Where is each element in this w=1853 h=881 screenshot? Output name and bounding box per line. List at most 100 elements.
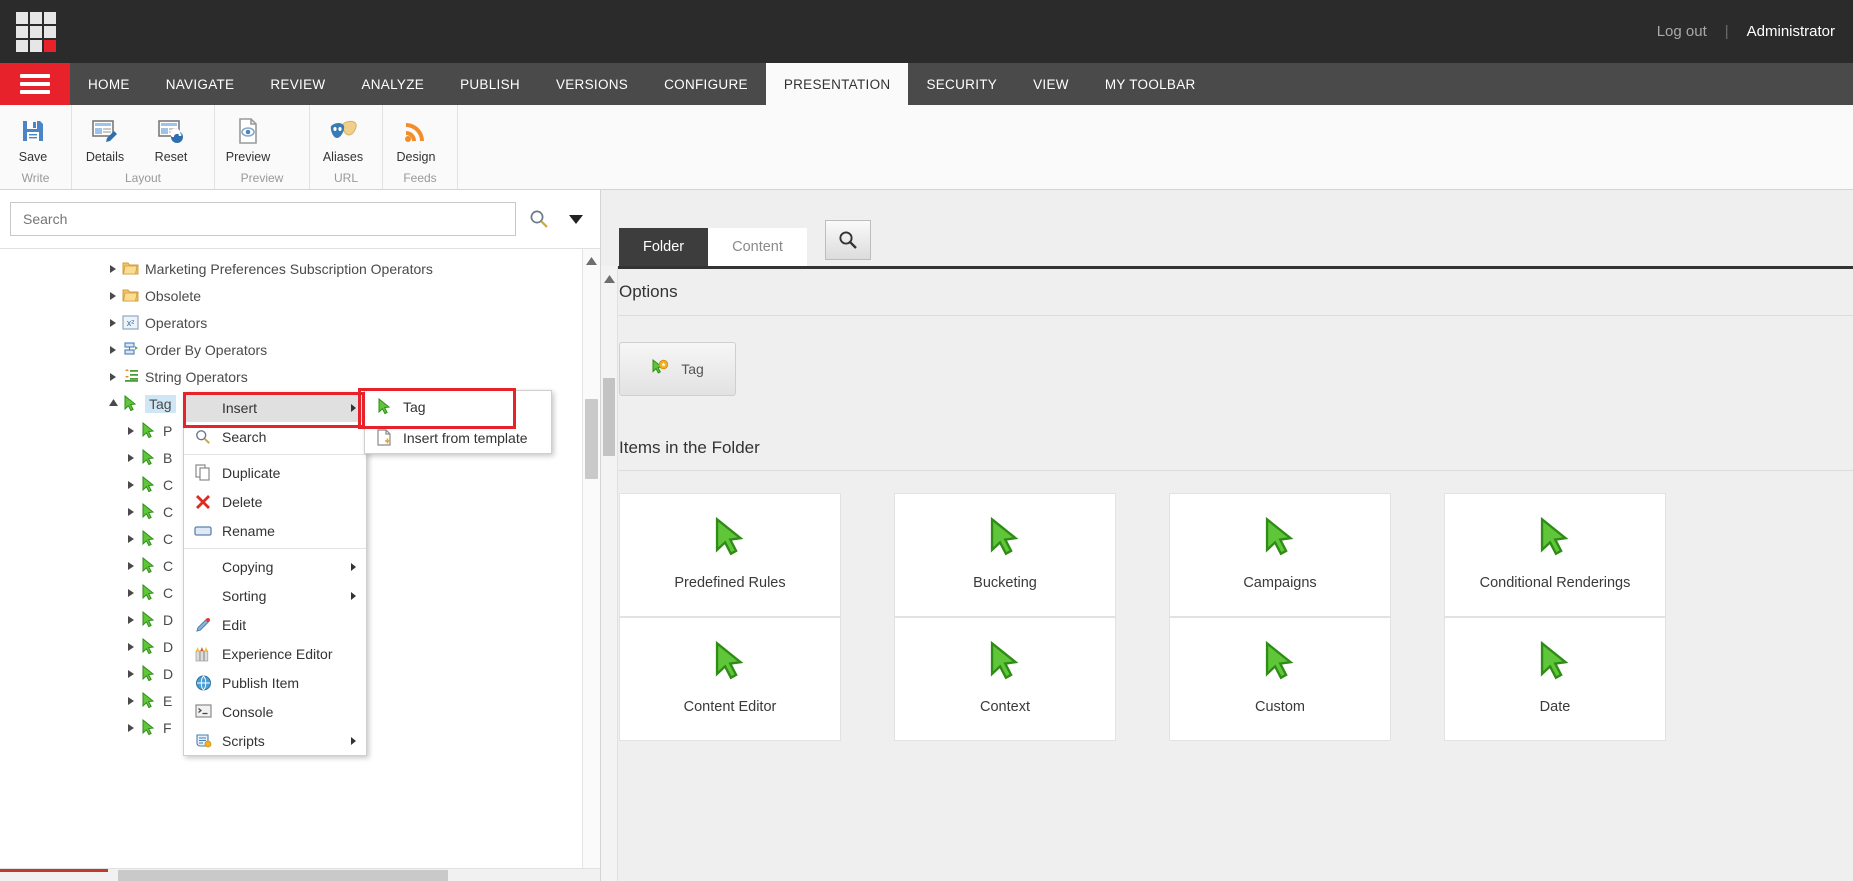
submenu-item-tag[interactable]: Tag	[365, 391, 551, 422]
expand-arrow-icon[interactable]	[106, 291, 120, 300]
tree-item-string-operators[interactable]: String Operators	[0, 363, 600, 390]
tab-analyze[interactable]: ANALYZE	[343, 63, 442, 105]
item-card[interactable]: Context	[894, 617, 1116, 741]
tab-presentation[interactable]: PRESENTATION	[765, 63, 909, 105]
expand-arrow-icon[interactable]	[106, 318, 120, 327]
expand-arrow-icon[interactable]	[124, 480, 138, 489]
tab-versions[interactable]: VERSIONS	[538, 63, 646, 105]
tree-item-operators[interactable]: x² Operators	[0, 309, 600, 336]
menu-divider	[184, 548, 366, 549]
options-header: Options	[601, 269, 1853, 316]
expand-arrow-icon[interactable]	[124, 453, 138, 462]
details-button-label: Details	[85, 150, 125, 164]
save-button[interactable]: Save	[0, 111, 66, 164]
expand-arrow-icon[interactable]	[124, 507, 138, 516]
tag-option-button[interactable]: Tag	[619, 342, 736, 396]
context-menu-label: Delete	[222, 493, 263, 510]
item-card[interactable]: Custom	[1169, 617, 1391, 741]
tab-review[interactable]: REVIEW	[252, 63, 343, 105]
tab-home[interactable]: HOME	[70, 63, 148, 105]
insert-submenu: Tag Insert from template	[364, 390, 552, 454]
tab-security[interactable]: SECURITY	[908, 63, 1015, 105]
context-menu-item-delete[interactable]: Delete	[184, 487, 366, 516]
search-input-wrap[interactable]	[10, 202, 516, 236]
user-name[interactable]: Administrator	[1747, 23, 1835, 40]
context-menu-item-copying[interactable]: Copying	[184, 552, 366, 581]
submenu-item-insert-from-template[interactable]: Insert from template	[365, 422, 551, 453]
context-menu-item-sorting[interactable]: Sorting	[184, 581, 366, 610]
item-card[interactable]: Content Editor	[619, 617, 841, 741]
tree-item-obsolete[interactable]: Obsolete	[0, 282, 600, 309]
item-card[interactable]: Campaigns	[1169, 493, 1391, 617]
expand-arrow-icon[interactable]	[124, 669, 138, 678]
tree-horizontal-scrollbar[interactable]	[0, 868, 600, 881]
context-menu-item-publish-item[interactable]: Publish Item	[184, 668, 366, 697]
expand-arrow-icon[interactable]	[106, 372, 120, 381]
tag-cursor-icon	[1260, 516, 1300, 560]
sitecore-logo-icon[interactable]	[16, 11, 56, 52]
tag-option-label: Tag	[681, 361, 704, 377]
search-input[interactable]	[21, 210, 505, 228]
console-icon	[184, 704, 222, 719]
item-card[interactable]: Date	[1444, 617, 1666, 741]
top-bar-right: Log out | Administrator	[1657, 23, 1835, 40]
tree-item-marketing-preferences[interactable]: Marketing Preferences Subscription Opera…	[0, 255, 600, 282]
tab-view[interactable]: VIEW	[1015, 63, 1087, 105]
item-card[interactable]: Conditional Renderings	[1444, 493, 1666, 617]
submenu-label: Tag	[403, 398, 426, 415]
context-menu-item-search[interactable]: Search	[184, 422, 366, 451]
expand-arrow-icon[interactable]	[106, 264, 120, 273]
context-menu-item-experience-editor[interactable]: Experience Editor	[184, 639, 366, 668]
design-button[interactable]: Design	[383, 111, 449, 164]
item-card[interactable]: Bucketing	[894, 493, 1116, 617]
expand-arrow-icon[interactable]	[124, 642, 138, 651]
tag-cursor-icon	[710, 516, 750, 560]
scroll-up-arrow-icon[interactable]	[604, 272, 615, 287]
details-button[interactable]: Details	[72, 111, 138, 164]
collapse-arrow-icon[interactable]	[106, 399, 120, 408]
tab-configure[interactable]: CONFIGURE	[646, 63, 766, 105]
tab-publish[interactable]: PUBLISH	[442, 63, 538, 105]
tab-folder[interactable]: Folder	[619, 228, 709, 266]
hamburger-menu-icon[interactable]	[0, 63, 70, 105]
content-vertical-scrollbar[interactable]	[601, 266, 618, 881]
content-scroll-thumb[interactable]	[603, 378, 615, 456]
expand-arrow-icon[interactable]	[124, 588, 138, 597]
template-page-icon	[365, 429, 403, 446]
context-menu-item-scripts[interactable]: Scripts	[184, 726, 366, 755]
item-card-label: Bucketing	[973, 574, 1037, 591]
tree-item-label: F	[163, 719, 172, 736]
content-search-button[interactable]	[824, 220, 871, 260]
context-menu-item-rename[interactable]: Rename	[184, 516, 366, 545]
expand-arrow-icon[interactable]	[124, 426, 138, 435]
search-icon[interactable]	[526, 206, 552, 232]
tab-content[interactable]: Content	[708, 228, 807, 266]
expand-arrow-icon[interactable]	[124, 696, 138, 705]
tree-item-order-by-operators[interactable]: Order By Operators	[0, 336, 600, 363]
expand-arrow-icon[interactable]	[124, 534, 138, 543]
tab-navigate[interactable]: NAVIGATE	[148, 63, 253, 105]
reset-button[interactable]: Reset	[138, 111, 204, 164]
logout-link[interactable]: Log out	[1657, 23, 1707, 40]
tab-my-toolbar[interactable]: MY TOOLBAR	[1087, 63, 1214, 105]
tree-vertical-scrollbar[interactable]	[582, 249, 600, 881]
tree-item-label: D	[163, 638, 174, 655]
tree-hscroll-thumb[interactable]	[118, 870, 448, 881]
preview-button[interactable]: Preview	[215, 111, 281, 164]
context-menu-item-edit[interactable]: Edit	[184, 610, 366, 639]
context-menu-item-console[interactable]: Console	[184, 697, 366, 726]
context-menu-item-duplicate[interactable]: Duplicate	[184, 458, 366, 487]
expand-arrow-icon[interactable]	[106, 345, 120, 354]
search-options-caret-down-icon[interactable]	[562, 214, 590, 224]
expand-arrow-icon[interactable]	[124, 615, 138, 624]
context-menu-item-insert[interactable]: Insert	[184, 393, 366, 422]
scroll-up-arrow-icon[interactable]	[586, 254, 597, 265]
tree-scroll-thumb[interactable]	[585, 399, 598, 479]
item-card-label: Date	[1539, 698, 1571, 715]
expand-arrow-icon[interactable]	[124, 723, 138, 732]
submenu-arrow-icon	[351, 562, 356, 571]
expand-arrow-icon[interactable]	[124, 561, 138, 570]
item-card[interactable]: Predefined Rules	[619, 493, 841, 617]
aliases-button[interactable]: Aliases	[310, 111, 376, 164]
item-card-label: Campaigns	[1243, 574, 1317, 591]
